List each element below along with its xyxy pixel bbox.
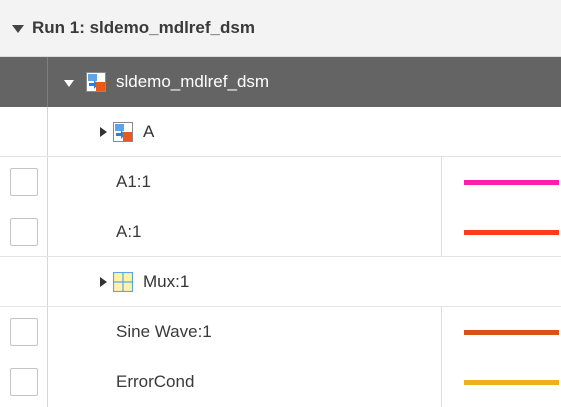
- collapse-triangle-icon[interactable]: [12, 25, 24, 33]
- subsystem-label: A: [143, 121, 155, 141]
- signal-tree-panel: Run 1: sldemo_mdlref_dsm sldemo_mdlref_d…: [0, 0, 561, 407]
- model-name: sldemo_mdlref_dsm: [116, 72, 270, 91]
- line-style-column: [441, 157, 561, 207]
- signal-label: A:1: [116, 221, 142, 241]
- line-color-swatch[interactable]: [464, 180, 559, 185]
- signal-label: A1:1: [116, 172, 151, 191]
- checkbox-column: [0, 57, 48, 107]
- line-style-column: [441, 307, 561, 357]
- line-style-column: [441, 357, 561, 407]
- run-title: Run 1: sldemo_mdlref_dsm: [32, 18, 255, 37]
- signal-checkbox[interactable]: [10, 168, 38, 196]
- checkbox-column: [0, 107, 48, 156]
- line-color-swatch[interactable]: [464, 229, 559, 235]
- signal-checkbox[interactable]: [10, 318, 38, 346]
- checkbox-column: [0, 157, 48, 207]
- checkbox-column: [0, 257, 48, 306]
- checkbox-column: [0, 307, 48, 357]
- line-color-swatch[interactable]: [464, 380, 559, 385]
- model-row[interactable]: sldemo_mdlref_dsm: [0, 57, 561, 107]
- signal-checkbox[interactable]: [10, 217, 38, 246]
- run-header[interactable]: Run 1: sldemo_mdlref_dsm: [0, 0, 561, 57]
- checkbox-column: [0, 207, 48, 256]
- subsystem-row-mux[interactable]: Mux:1: [0, 257, 561, 307]
- line-style-column: [441, 207, 561, 256]
- model-reference-icon: [86, 72, 106, 92]
- subsystem-label: Mux:1: [143, 271, 190, 291]
- signal-row[interactable]: Sine Wave:1: [0, 307, 561, 357]
- signal-row[interactable]: ErrorCond: [0, 357, 561, 407]
- signal-checkbox[interactable]: [10, 368, 38, 396]
- subsystem-row-a[interactable]: A: [0, 107, 561, 157]
- collapse-triangle-icon[interactable]: [64, 79, 74, 87]
- signal-row[interactable]: A1:1: [0, 157, 561, 207]
- line-color-swatch[interactable]: [464, 330, 559, 335]
- signal-row[interactable]: A:1: [0, 207, 561, 257]
- signal-label: Sine Wave:1: [116, 322, 212, 341]
- mux-grid-icon: [112, 271, 134, 292]
- expand-triangle-icon[interactable]: [100, 276, 107, 287]
- signal-label: ErrorCond: [116, 372, 195, 391]
- expand-triangle-icon[interactable]: [100, 126, 107, 137]
- checkbox-column: [0, 357, 48, 407]
- model-reference-icon: [113, 121, 133, 142]
